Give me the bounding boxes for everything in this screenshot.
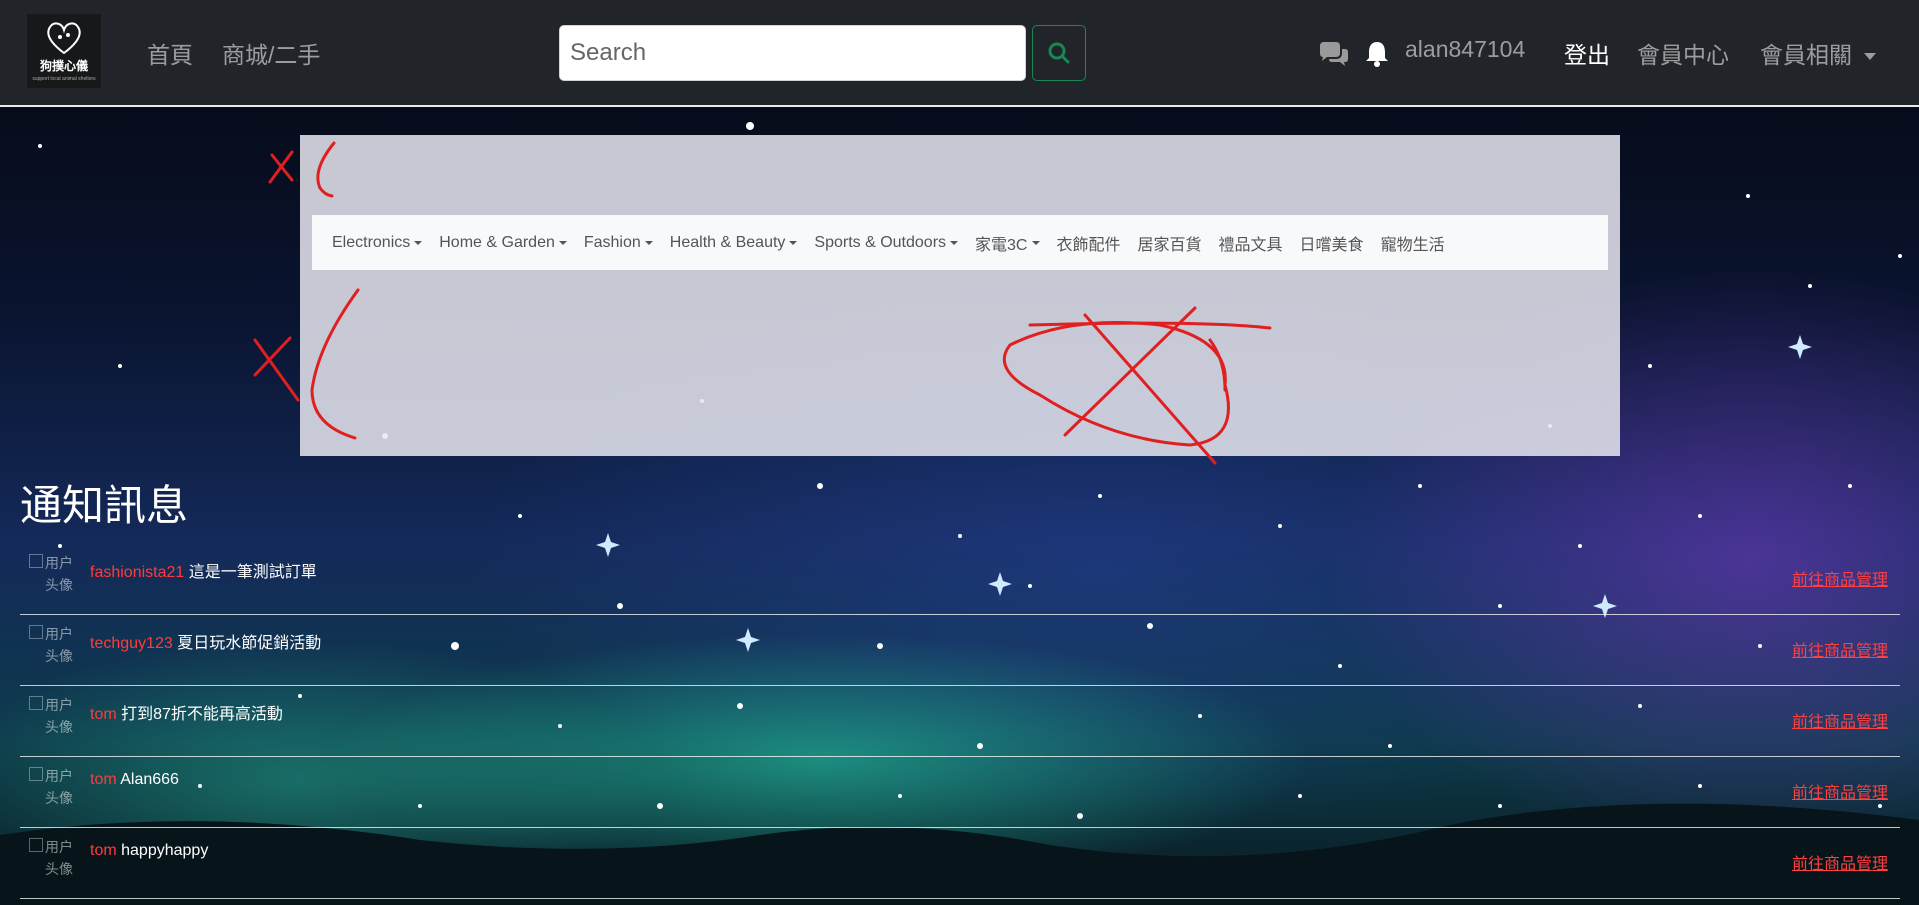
nav-home-link[interactable]: 首頁 xyxy=(147,36,193,70)
avatar: 用户头像 xyxy=(29,623,79,671)
avatar: 用户头像 xyxy=(29,836,79,884)
category-label: 禮品文具 xyxy=(1218,236,1283,254)
logo-tagline: support local animal shelters xyxy=(32,75,96,82)
caret-down-icon xyxy=(789,240,798,245)
category-gifts-stationery[interactable]: 禮品文具 xyxy=(1219,231,1283,255)
search-input[interactable] xyxy=(559,25,1026,81)
notification-user[interactable]: tom xyxy=(90,771,117,788)
category-label: 寵物生活 xyxy=(1380,236,1445,254)
category-home-garden[interactable]: Home & Garden xyxy=(439,234,567,252)
avatar: 用户头像 xyxy=(29,694,79,742)
category-appliances-3c[interactable]: 家電3C xyxy=(975,231,1040,255)
notifications-title: 通知訊息 xyxy=(20,482,189,529)
notification-message: happyhappy xyxy=(121,842,209,859)
notification-row: 用户头像 tom happyhappy 前往商品管理 xyxy=(20,828,1900,899)
search-button[interactable] xyxy=(1032,25,1086,81)
chat-icon[interactable] xyxy=(1318,42,1350,68)
member-menu-label: 會員相關 xyxy=(1760,42,1852,68)
notification-row: 用户头像 fashionista21 這是一筆測試訂單 前往商品管理 xyxy=(20,544,1900,615)
broken-image-icon xyxy=(29,838,43,852)
category-health-beauty[interactable]: Health & Beauty xyxy=(670,234,798,252)
notification-message: 打到87折不能再高活動 xyxy=(121,706,283,723)
go-product-management-link[interactable]: 前往商品管理 xyxy=(1792,850,1888,874)
go-product-management-link[interactable]: 前往商品管理 xyxy=(1792,708,1888,732)
notification-text: tom Alan666 xyxy=(90,771,179,789)
notification-row: 用户头像 techguy123 夏日玩水節促銷活動 前往商品管理 xyxy=(20,615,1900,686)
category-label: 家電3C xyxy=(975,236,1028,254)
top-navbar: 狗撲心儀 support local animal shelters 首頁 商城… xyxy=(0,0,1919,107)
caret-down-icon xyxy=(558,240,567,245)
category-label: 日嚐美食 xyxy=(1299,236,1364,254)
notification-user[interactable]: fashionista21 xyxy=(90,564,184,581)
category-label: Sports & Outdoors xyxy=(814,233,947,251)
caret-down-icon xyxy=(644,240,653,245)
category-apparel-accessories[interactable]: 衣飾配件 xyxy=(1057,231,1121,255)
caret-down-icon xyxy=(1031,240,1040,245)
avatar: 用户头像 xyxy=(29,765,79,813)
member-center-link[interactable]: 會員中心 xyxy=(1637,36,1729,70)
notification-row: 用户头像 tom 打到87折不能再高活動 前往商品管理 xyxy=(20,686,1900,757)
broken-image-icon xyxy=(29,696,43,710)
notification-message: Alan666 xyxy=(120,771,179,788)
notification-row: 用户头像 tom Alan666 前往商品管理 xyxy=(20,757,1900,828)
notification-text: techguy123 夏日玩水節促銷活動 xyxy=(90,629,321,653)
notification-text: fashionista21 這是一筆測試訂單 xyxy=(90,558,317,582)
bell-icon[interactable] xyxy=(1366,40,1388,68)
category-label: Electronics xyxy=(332,233,411,251)
broken-image-icon xyxy=(29,554,43,568)
logout-link[interactable]: 登出 xyxy=(1564,36,1610,70)
broken-image-icon xyxy=(29,767,43,781)
category-label: 居家百貨 xyxy=(1137,236,1202,254)
caret-down-icon xyxy=(414,240,423,245)
category-pets[interactable]: 寵物生活 xyxy=(1381,231,1445,255)
notification-message: 夏日玩水節促銷活動 xyxy=(177,635,322,652)
member-menu-dropdown[interactable]: 會員相關 xyxy=(1760,36,1877,70)
category-sports-outdoors[interactable]: Sports & Outdoors xyxy=(814,233,959,252)
category-panel: Electronics Home & Garden Fashion Health… xyxy=(300,135,1620,456)
caret-down-icon xyxy=(1864,53,1877,61)
heart-logo-icon xyxy=(47,21,81,54)
avatar: 用户头像 xyxy=(29,552,79,600)
category-label: Health & Beauty xyxy=(669,233,786,251)
category-menu-bar: Electronics Home & Garden Fashion Health… xyxy=(312,215,1608,270)
notification-user[interactable]: techguy123 xyxy=(90,635,173,652)
logo-brand-text: 狗撲心儀 xyxy=(39,58,88,73)
notification-text: tom happyhappy xyxy=(90,842,208,860)
nav-shop-link[interactable]: 商城/二手 xyxy=(222,36,320,70)
caret-down-icon xyxy=(950,240,959,245)
site-logo[interactable]: 狗撲心儀 support local animal shelters xyxy=(27,14,101,88)
notification-message: 這是一筆測試訂單 xyxy=(188,564,317,581)
broken-image-icon xyxy=(29,625,43,639)
go-product-management-link[interactable]: 前往商品管理 xyxy=(1792,566,1888,590)
category-fashion[interactable]: Fashion xyxy=(584,234,653,252)
notification-user[interactable]: tom xyxy=(90,842,117,859)
search-icon xyxy=(1048,42,1070,64)
category-home-goods[interactable]: 居家百貨 xyxy=(1138,231,1202,255)
go-product-management-link[interactable]: 前往商品管理 xyxy=(1792,637,1888,661)
username-label[interactable]: alan847104 xyxy=(1405,36,1525,63)
go-product-management-link[interactable]: 前往商品管理 xyxy=(1792,779,1888,803)
category-food[interactable]: 日嚐美食 xyxy=(1300,231,1364,255)
category-electronics[interactable]: Electronics xyxy=(332,233,423,252)
notification-user[interactable]: tom xyxy=(90,706,117,723)
category-label: Home & Garden xyxy=(439,233,555,251)
notification-text: tom 打到87折不能再高活動 xyxy=(90,700,283,724)
category-label: 衣飾配件 xyxy=(1056,236,1121,254)
category-label: Fashion xyxy=(583,233,641,251)
